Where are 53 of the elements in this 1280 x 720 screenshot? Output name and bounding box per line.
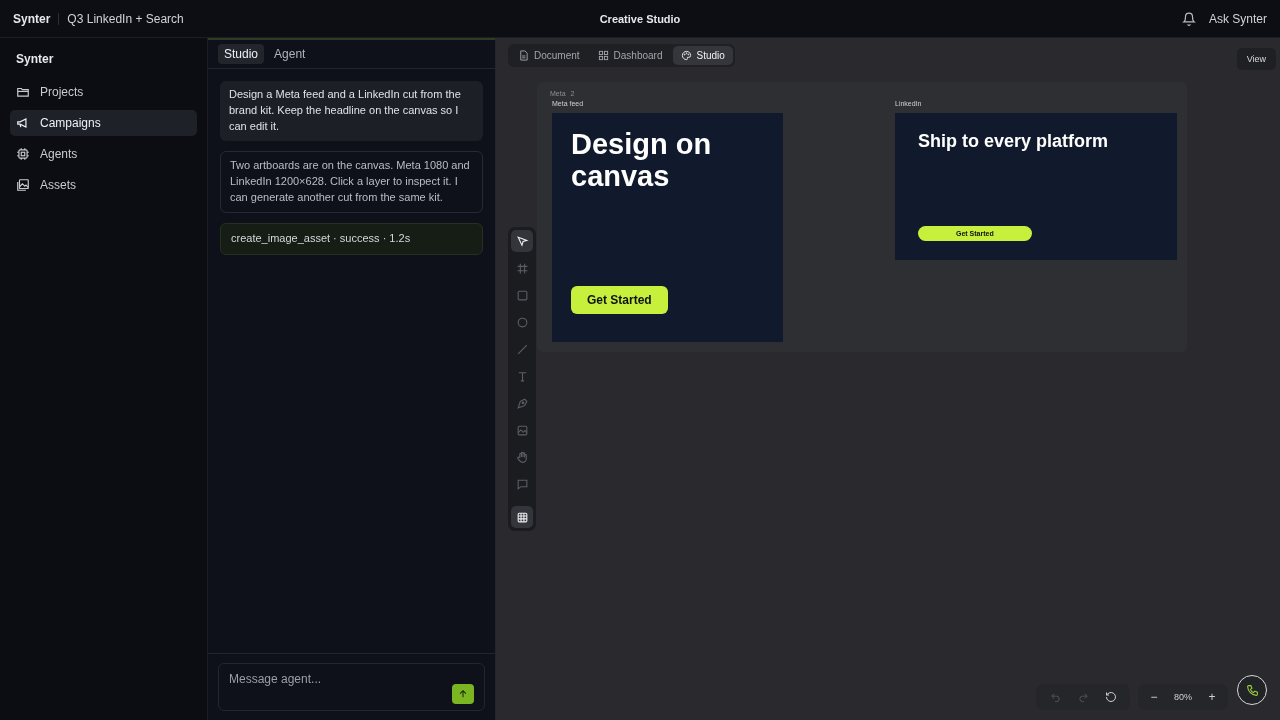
image-icon: [16, 178, 30, 192]
headline-text[interactable]: Ship to every platform: [918, 131, 1154, 152]
brand-name: Synter: [13, 11, 51, 26]
cursor-icon: [515, 234, 529, 248]
assistant-message: Two artboards are on the canvas. Meta 1080 and LinkedIn 1200×628. Click a layer to inspect it. I can generate another cut from the same kit.: [220, 150, 483, 213]
dashboard-icon: [597, 50, 609, 61]
view-tab[interactable]: Dashboard: [589, 46, 671, 65]
hand-icon: [515, 450, 529, 464]
undo-icon: [1049, 691, 1061, 703]
notification-bell-icon[interactable]: [1181, 11, 1196, 26]
megaphone-icon: [16, 116, 30, 130]
headline-text[interactable]: Design on canvas: [571, 129, 731, 193]
tool-button[interactable]: [511, 230, 533, 252]
phone-icon: [1245, 683, 1259, 697]
folder-icon: [16, 85, 30, 99]
page-title: Creative Studio: [599, 12, 681, 25]
sidebar-item[interactable]: Assets: [10, 172, 197, 198]
circle-icon: [515, 315, 529, 329]
send-button[interactable]: [452, 684, 474, 704]
square-icon: [515, 288, 529, 302]
sidebar-item[interactable]: Agents: [10, 141, 197, 167]
call-button[interactable]: [1237, 675, 1267, 705]
view-button[interactable]: View: [1236, 48, 1276, 70]
pen-icon: [515, 396, 529, 410]
line-icon: [515, 342, 529, 356]
comment-icon: [515, 477, 529, 491]
document-icon: [518, 50, 529, 61]
tool-button[interactable]: [511, 506, 533, 528]
chip-icon: [16, 147, 30, 161]
cta-button[interactable]: Get Started: [571, 286, 668, 314]
tool-call-status: create_image_asset · success · 1.2s: [220, 222, 483, 255]
palette-icon: [680, 50, 692, 61]
grid-icon: [515, 510, 529, 524]
project-name[interactable]: Q3 LinkedIn + Search: [67, 11, 184, 26]
zoom-out-button[interactable]: −: [1146, 690, 1162, 704]
arrow-up-icon: [458, 689, 468, 699]
zoom-level: 80%: [1173, 692, 1193, 702]
panel-tab[interactable]: Studio: [218, 44, 265, 64]
artboard[interactable]: Design on canvas Get Started: [552, 113, 783, 342]
view-tab[interactable]: Document: [510, 46, 588, 65]
ask-assistant-link[interactable]: Ask Synter: [1208, 11, 1267, 26]
hash-icon: [515, 261, 529, 275]
sidebar-item[interactable]: Projects: [10, 79, 197, 105]
panel-tab[interactable]: Agent: [268, 44, 312, 64]
rotate-icon: [1105, 691, 1117, 703]
sidebar-item[interactable]: Campaigns: [10, 110, 197, 136]
message-input[interactable]: Message agent...: [229, 672, 429, 686]
view-tab[interactable]: Studio: [672, 46, 733, 65]
sidebar-title: Synter: [15, 52, 55, 66]
image-icon: [515, 423, 529, 437]
user-message: Design a Meta feed and a LinkedIn cut from the brand kit. Keep the headline on the canvas so I can edit it.: [220, 81, 483, 141]
zoom-in-button[interactable]: +: [1204, 690, 1220, 704]
redo-icon: [1077, 691, 1089, 703]
